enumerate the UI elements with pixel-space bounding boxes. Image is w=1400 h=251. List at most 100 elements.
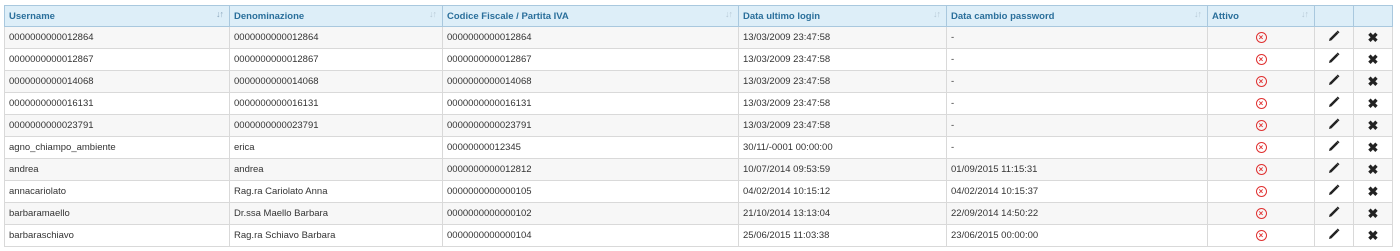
column-header-denominazione[interactable]: Denominazione ↓↑ [229,5,443,27]
cell-delete[interactable]: ✖ [1353,92,1393,115]
cell-delete[interactable]: ✖ [1353,180,1393,203]
cell-username: barbaramaello [4,202,230,225]
cell-edit[interactable] [1314,224,1354,247]
inactive-status-icon[interactable]: × [1255,230,1267,241]
cell-edit[interactable] [1314,26,1354,49]
cell-attivo[interactable]: × [1207,180,1315,203]
cell-edit[interactable] [1314,48,1354,71]
pencil-icon[interactable] [1328,206,1340,221]
cell-denominazione: 0000000000012864 [229,26,443,49]
pencil-icon[interactable] [1328,52,1340,67]
delete-icon[interactable]: ✖ [1368,30,1379,45]
table-row: 0000000000023791 0000000000023791 00000000… [4,114,1393,137]
cell-edit[interactable] [1314,158,1354,181]
cell-delete[interactable]: ✖ [1353,26,1393,49]
cell-edit[interactable] [1314,92,1354,115]
cell-cambio-password: 04/02/2014 10:15:37 [946,180,1208,203]
table-row: 0000000000016131 0000000000016131 00000000… [4,92,1393,115]
pencil-icon[interactable] [1328,228,1340,243]
table-row: annacariolato Rag.ra Cariolato Anna 000000… [4,180,1393,203]
column-header-cambio-password[interactable]: Data cambio password ↓↑ [946,5,1208,27]
pencil-icon[interactable] [1328,184,1340,199]
inactive-status-icon[interactable]: × [1255,76,1267,87]
cell-username: 0000000000014068 [4,70,230,93]
cell-delete[interactable]: ✖ [1353,136,1393,159]
cell-edit[interactable] [1314,180,1354,203]
cell-cambio-password: - [946,70,1208,93]
cell-username: 0000000000012867 [4,48,230,71]
cell-cambio-password: 23/06/2015 00:00:00 [946,224,1208,247]
delete-icon[interactable]: ✖ [1368,228,1379,243]
delete-icon[interactable]: ✖ [1368,74,1379,89]
cell-cambio-password: 01/09/2015 11:15:31 [946,158,1208,181]
delete-icon[interactable]: ✖ [1368,162,1379,177]
cell-attivo[interactable]: × [1207,224,1315,247]
column-header-username[interactable]: Username ↓↑ [4,5,230,27]
table-row: agno_chiampo_ambiente erica 00000000012345… [4,136,1393,159]
cell-ultimo-login: 13/03/2009 23:47:58 [738,114,947,137]
cell-edit[interactable] [1314,136,1354,159]
cell-codice-fiscale: 0000000000000105 [442,180,739,203]
column-header-codice-fiscale[interactable]: Codice Fiscale / Partita IVA ↓↑ [442,5,739,27]
cell-codice-fiscale: 0000000000012867 [442,48,739,71]
inactive-status-icon[interactable]: × [1255,208,1267,219]
cell-edit[interactable] [1314,70,1354,93]
cell-ultimo-login: 13/03/2009 23:47:58 [738,70,947,93]
cell-edit[interactable] [1314,114,1354,137]
delete-icon[interactable]: ✖ [1368,118,1379,133]
cell-delete[interactable]: ✖ [1353,158,1393,181]
inactive-status-icon[interactable]: × [1255,142,1267,153]
cell-delete[interactable]: ✖ [1353,70,1393,93]
cell-edit[interactable] [1314,202,1354,225]
delete-icon[interactable]: ✖ [1368,140,1379,155]
inactive-status-icon[interactable]: × [1255,120,1267,131]
cell-username: barbaraschiavo [4,224,230,247]
cell-codice-fiscale: 0000000000012864 [442,26,739,49]
column-header-ultimo-login[interactable]: Data ultimo login ↓↑ [738,5,947,27]
sort-icon: ↓↑ [933,9,941,19]
cell-ultimo-login: 13/03/2009 23:47:58 [738,92,947,115]
cell-attivo[interactable]: × [1207,26,1315,49]
cell-cambio-password: - [946,136,1208,159]
cell-attivo[interactable]: × [1207,114,1315,137]
cell-delete[interactable]: ✖ [1353,224,1393,247]
cell-delete[interactable]: ✖ [1353,202,1393,225]
cell-attivo[interactable]: × [1207,48,1315,71]
inactive-status-icon[interactable]: × [1255,186,1267,197]
cell-username: annacariolato [4,180,230,203]
column-header-attivo[interactable]: Attivo ↓↑ [1207,5,1315,27]
pencil-icon[interactable] [1328,118,1340,133]
cell-ultimo-login: 13/03/2009 23:47:58 [738,26,947,49]
pencil-icon[interactable] [1328,162,1340,177]
inactive-status-icon[interactable]: × [1255,98,1267,109]
cell-ultimo-login: 21/10/2014 13:13:04 [738,202,947,225]
cell-attivo[interactable]: × [1207,70,1315,93]
table-body: 0000000000012864 0000000000012864 00000000… [4,26,1393,247]
cell-ultimo-login: 13/03/2009 23:47:58 [738,48,947,71]
cell-ultimo-login: 25/06/2015 11:03:38 [738,224,947,247]
delete-icon[interactable]: ✖ [1368,206,1379,221]
pencil-icon[interactable] [1328,74,1340,89]
cell-delete[interactable]: ✖ [1353,48,1393,71]
column-header-label: Attivo [1212,10,1239,22]
cell-cambio-password: - [946,92,1208,115]
pencil-icon[interactable] [1328,96,1340,111]
cell-attivo[interactable]: × [1207,92,1315,115]
inactive-status-icon[interactable]: × [1255,164,1267,175]
cell-attivo[interactable]: × [1207,202,1315,225]
inactive-status-icon[interactable]: × [1255,32,1267,43]
cell-attivo[interactable]: × [1207,136,1315,159]
cell-attivo[interactable]: × [1207,158,1315,181]
pencil-icon[interactable] [1328,30,1340,45]
delete-icon[interactable]: ✖ [1368,52,1379,67]
cell-delete[interactable]: ✖ [1353,114,1393,137]
delete-icon[interactable]: ✖ [1368,96,1379,111]
cell-denominazione: 0000000000023791 [229,114,443,137]
inactive-status-icon[interactable]: × [1255,54,1267,65]
delete-icon[interactable]: ✖ [1368,184,1379,199]
sort-icon: ↓↑ [1301,9,1309,19]
cell-ultimo-login: 30/11/-0001 00:00:00 [738,136,947,159]
pencil-icon[interactable] [1328,140,1340,155]
cell-cambio-password: - [946,48,1208,71]
cell-username: agno_chiampo_ambiente [4,136,230,159]
